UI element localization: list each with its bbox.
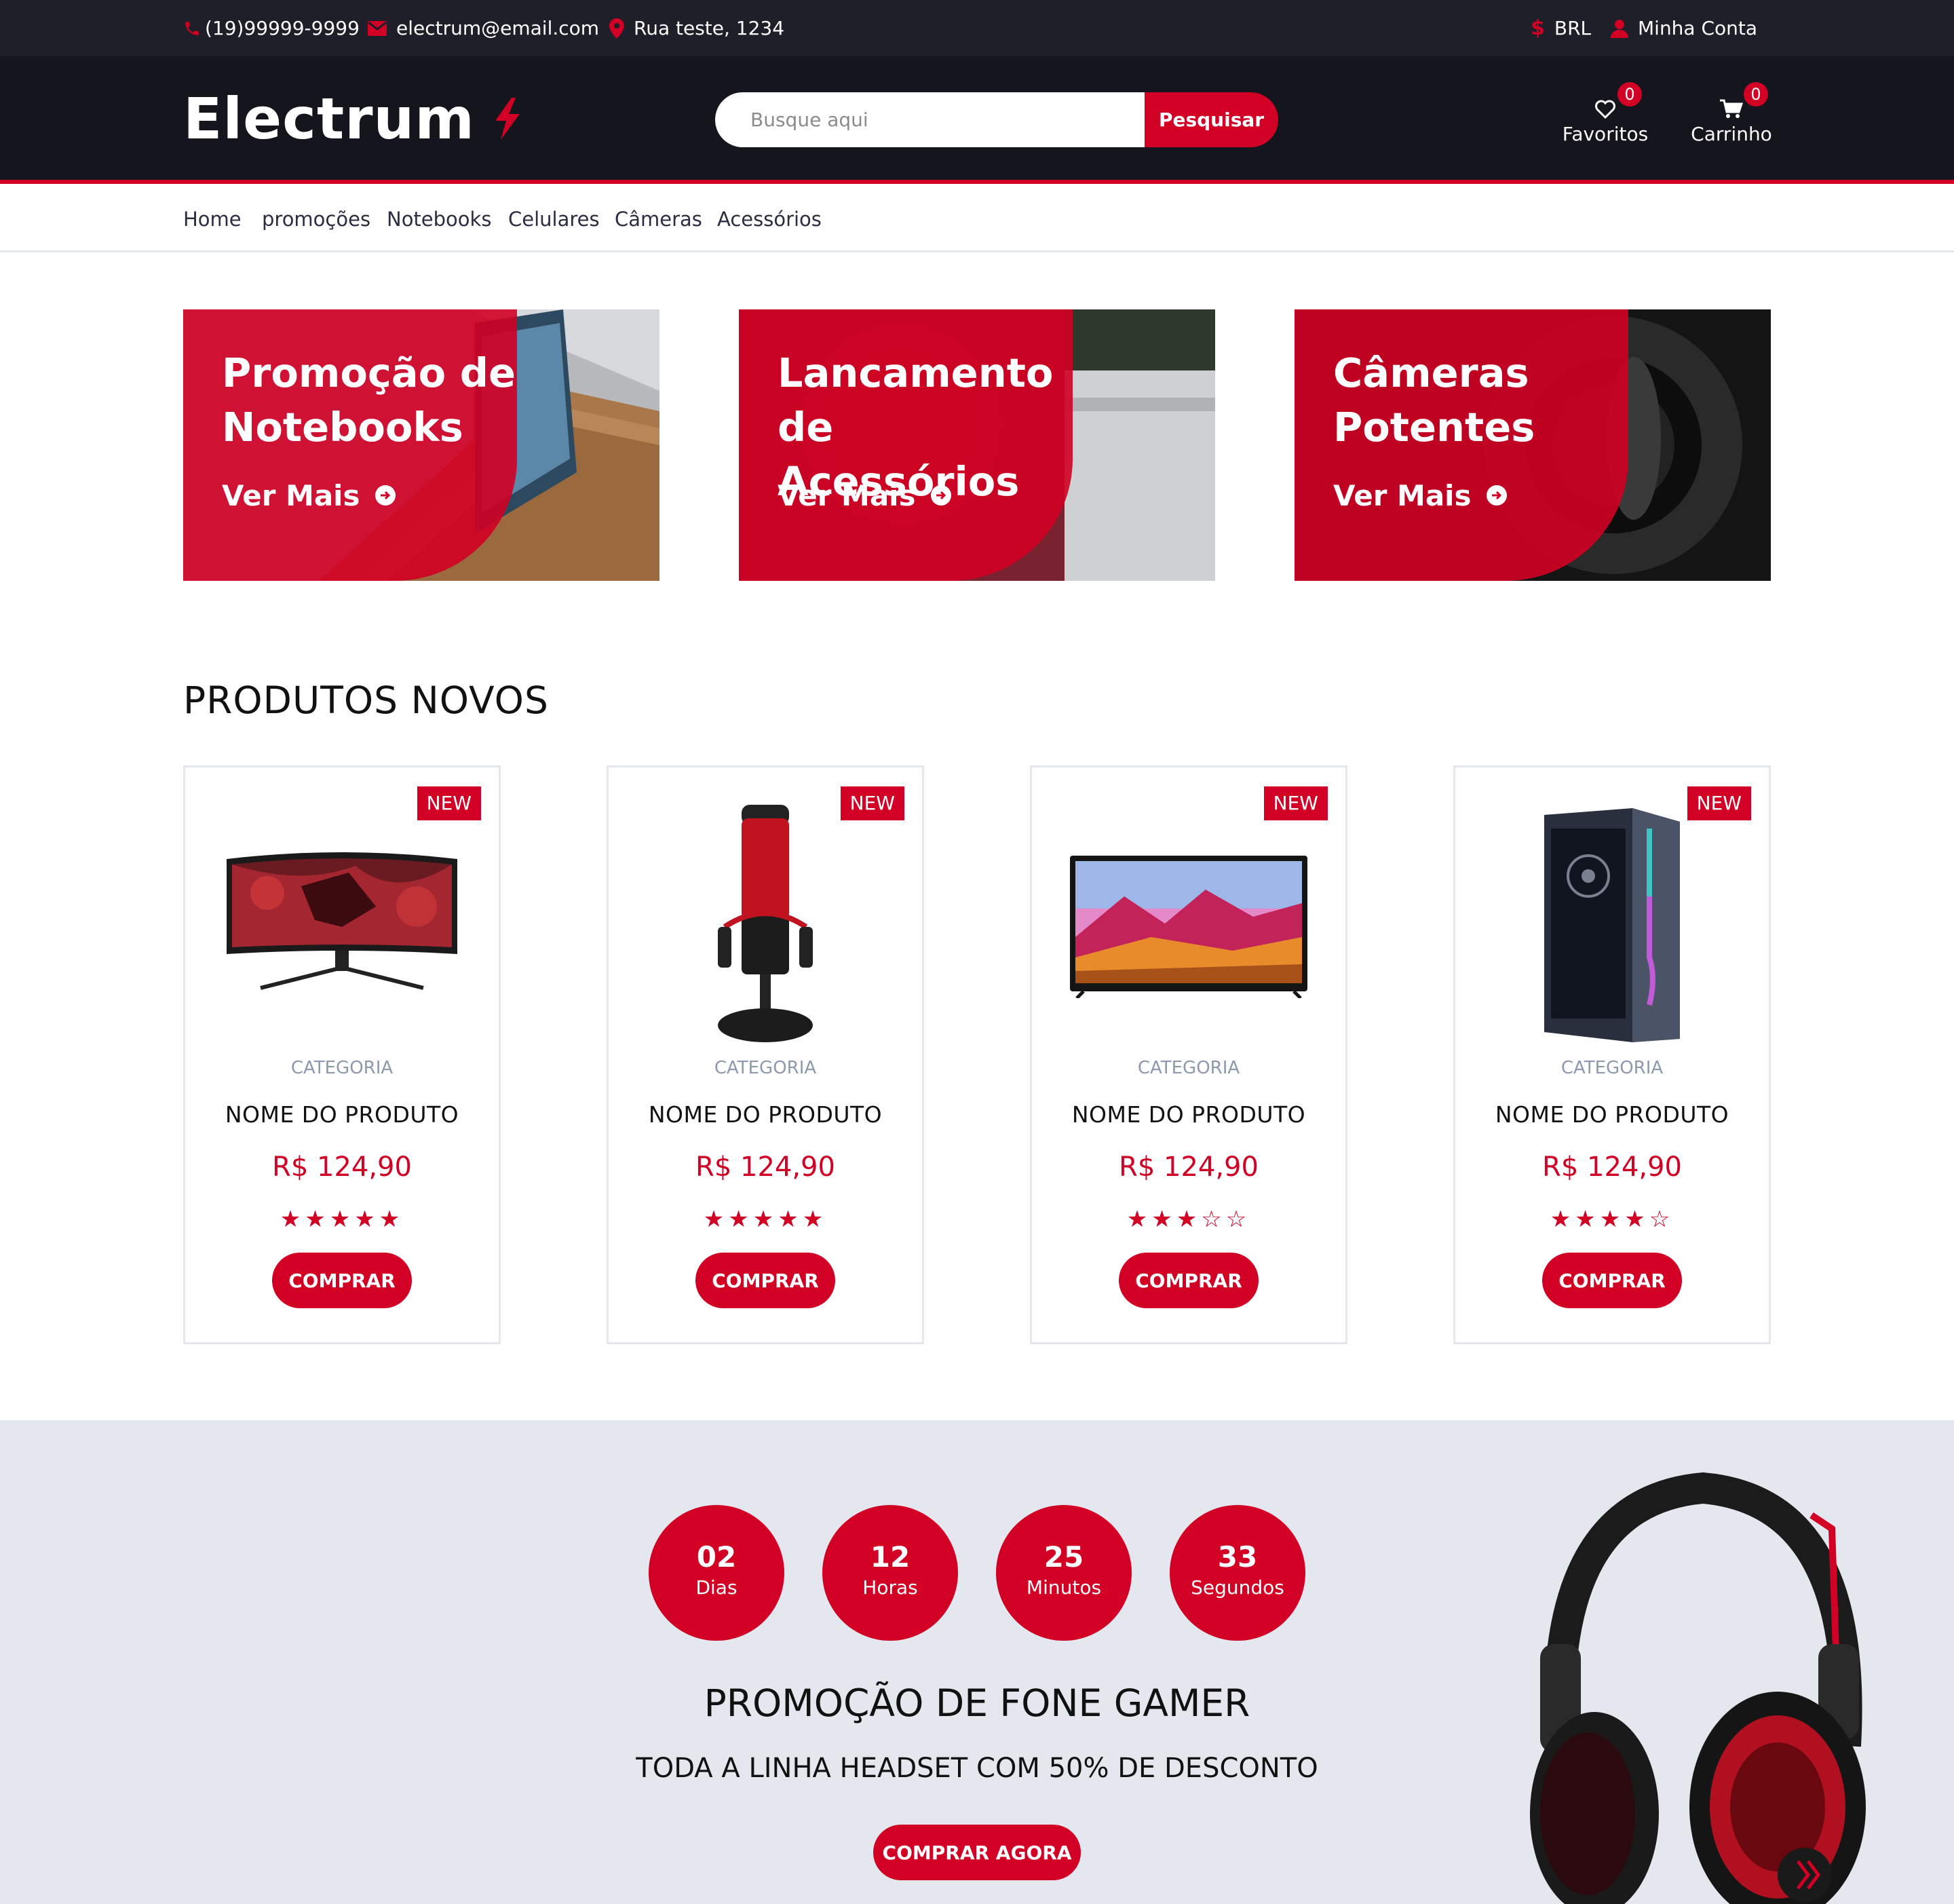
product-category: CATEGORIA [1137,1058,1240,1078]
logo[interactable]: Electrum [183,85,524,153]
monitor-image [227,852,457,990]
product-card[interactable]: NEW CATEGORIA NOME DO PRODUTO R$ 124,90 … [607,765,924,1344]
phone-icon [185,21,199,35]
dollar-icon: $ [1531,16,1545,40]
banner-cta[interactable]: Ver Mais [1333,475,1507,516]
search-button[interactable]: Pesquisar [1145,92,1278,147]
nav-item-notebooks[interactable]: Notebooks [387,188,491,250]
cart-icon [1720,99,1743,118]
rating-stars: ★★★★★ [703,1206,828,1233]
buy-button[interactable]: COMPRAR [1119,1253,1259,1308]
countdown-hours: 12 Horas [822,1505,958,1641]
arrow-right-icon [375,485,396,506]
envelope-icon [368,20,387,36]
email-text: electrum@email.com [396,17,600,39]
top-info-bar: (19)99999-9999 electrum@email.com Rua te… [0,0,1954,56]
banner-cta-label: Ver Mais [222,478,360,512]
buy-button[interactable]: COMPRAR [1542,1253,1682,1308]
section-title: PRODUTOS NOVOS [183,679,549,722]
map-pin-icon [609,18,624,39]
nav-item-promocoes[interactable]: promoções [262,188,370,250]
address-text: Rua teste, 1234 [634,17,785,39]
cart-button[interactable]: 0 Carrinho [1664,78,1799,159]
account-link[interactable]: Minha Conta [1611,0,1757,56]
nav-item-celulares[interactable]: Celulares [508,188,600,250]
nav-item-cameras[interactable]: Câmeras [615,188,702,250]
logo-text: Electrum [183,85,475,152]
rating-stars: ★★★★★ [280,1206,404,1233]
address-link[interactable]: Rua teste, 1234 [609,0,784,56]
favorites-label: Favoritos [1562,123,1649,145]
favorites-button[interactable]: 0 Favoritos [1537,78,1673,159]
buy-button[interactable]: COMPRAR [272,1253,412,1308]
product-price: R$ 124,90 [272,1151,412,1183]
product-name[interactable]: NOME DO PRODUTO [1455,1101,1769,1128]
product-price: R$ 124,90 [1542,1151,1682,1183]
promo-section: 02 Dias 12 Horas 25 Minutos 33 Segundos … [0,1420,1954,1904]
countdown-seconds: 33 Segundos [1170,1505,1305,1641]
search-input[interactable] [715,92,1145,147]
category-nav: Home promoções Notebooks Celulares Câmer… [0,188,1954,252]
product-price: R$ 124,90 [695,1151,835,1183]
phone-link[interactable]: (19)99999-9999 [183,0,360,56]
arrow-right-icon [1486,485,1507,506]
product-name[interactable]: NOME DO PRODUTO [185,1101,499,1128]
product-name[interactable]: NOME DO PRODUTO [1032,1101,1345,1128]
banner-cta-label: Ver Mais [778,478,916,512]
cart-label: Carrinho [1691,123,1772,145]
product-name[interactable]: NOME DO PRODUTO [609,1101,922,1128]
banner-cameras[interactable]: Câmeras Potentes Ver Mais [1295,309,1771,581]
banner-cta[interactable]: Ver Mais [778,475,951,516]
account-text: Minha Conta [1638,17,1758,39]
banner-title: Promoção de Notebooks [222,349,516,451]
user-icon [1611,19,1628,38]
nav-item-home[interactable]: Home [183,188,242,250]
currency-text: BRL [1554,17,1592,39]
cart-count-badge: 0 [1744,82,1768,107]
product-category: CATEGORIA [714,1058,817,1078]
buy-button[interactable]: COMPRAR [695,1253,835,1308]
product-category: CATEGORIA [1560,1058,1664,1078]
nav-item-acessorios[interactable]: Acessórios [717,188,822,250]
product-category: CATEGORIA [290,1058,394,1078]
main-header: Electrum Pesquisar 0 Favoritos 0 Carrinh… [0,56,1954,184]
favorites-count-badge: 0 [1617,82,1642,107]
rating-stars: ★★★☆☆ [1126,1206,1251,1233]
banner-notebooks[interactable]: Promoção de Notebooks Ver Mais [183,309,659,581]
gaming-headset-image [1530,1472,1866,1904]
rating-stars: ★★★★☆ [1550,1206,1674,1233]
banner-cta-label: Ver Mais [1333,478,1472,512]
heart-icon [1595,100,1615,119]
pc-case-image [1544,808,1680,1042]
product-price: R$ 124,90 [1119,1151,1259,1183]
currency-selector[interactable]: $ BRL [1531,0,1591,56]
search-bar: Pesquisar [715,92,1278,147]
tv-image [1070,856,1307,998]
buy-now-button[interactable]: COMPRAR AGORA [873,1825,1081,1880]
email-link[interactable]: electrum@email.com [368,0,599,56]
banner-acessorios[interactable]: Lancamento de Acessórios Ver Mais [739,309,1215,581]
product-card[interactable]: NEW CATEGORIA NOME DO PRODUTO R$ 124,90 … [1453,765,1771,1344]
product-card[interactable]: NEW CATEGORIA NOME DO PRODUTO R$ 124,90 … [183,765,501,1344]
countdown-days: 02 Dias [649,1505,784,1641]
banner-title: Câmeras Potentes [1333,349,1535,451]
microphone-image [718,805,813,1042]
lightning-bolt-icon [495,98,520,140]
banner-cta[interactable]: Ver Mais [222,475,396,516]
arrow-right-icon [930,485,951,506]
product-card[interactable]: NEW CATEGORIA NOME DO PRODUTO R$ 124,90 … [1030,765,1347,1344]
phone-text: (19)99999-9999 [205,17,360,39]
countdown-minutes: 25 Minutos [996,1505,1132,1641]
